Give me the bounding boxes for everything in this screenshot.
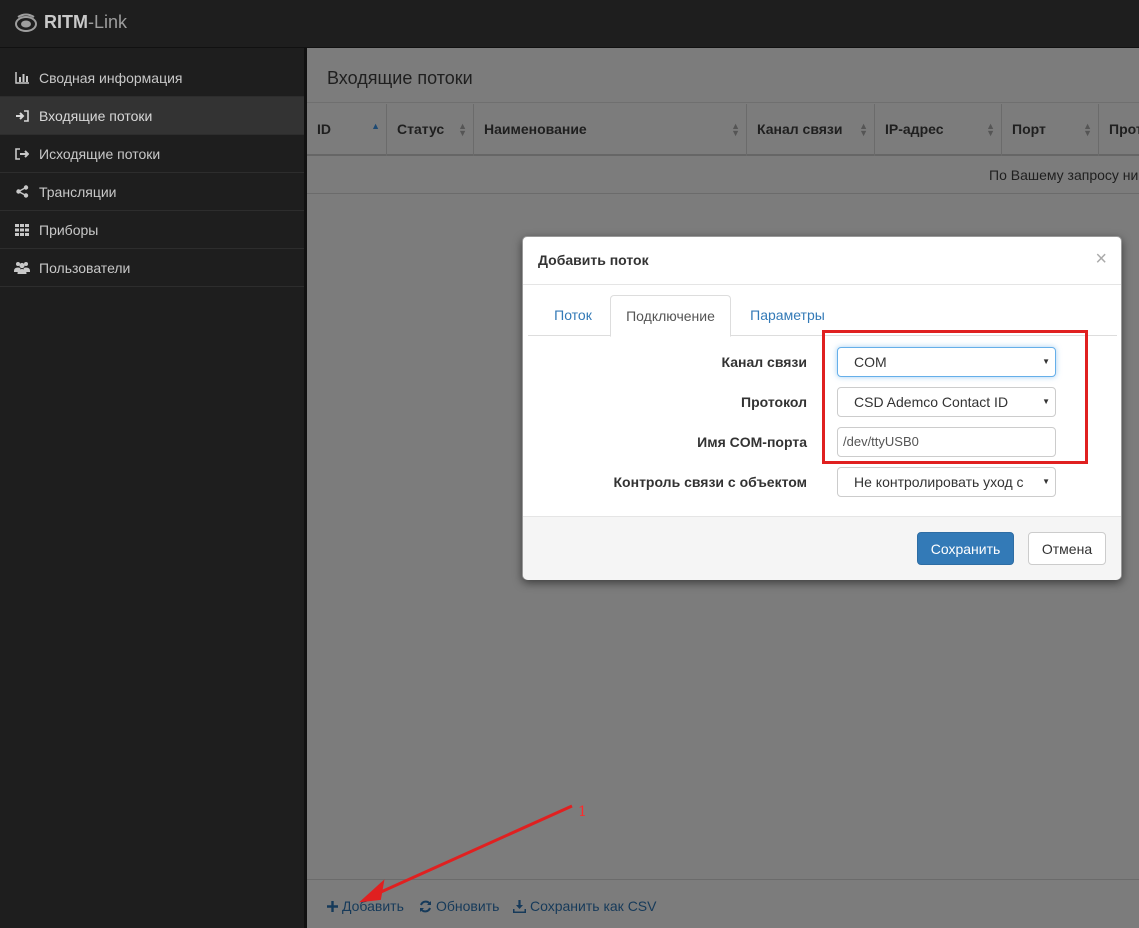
column-label: ID [317,121,331,137]
add-button-label: Добавить [342,898,404,914]
column-header-status[interactable]: Статус ▲ ▼ [387,104,474,156]
brand-name-bold: RITM [44,12,88,32]
top-navbar: RITM -Link [0,0,1139,48]
sidebar-item-incoming[interactable]: Входящие потоки [0,97,304,135]
sidebar-item-devices[interactable]: Приборы [0,211,304,249]
sign-out-icon [14,147,30,161]
table-header: ID ▲ Статус ▲ ▼ Наименование ▲ ▼ Канал свя… [307,104,1139,156]
sidebar-item-label: Исходящие потоки [39,145,161,162]
annotation-number: 1 [578,804,587,820]
column-header-name[interactable]: Наименование ▲ ▼ [474,104,747,156]
brand-logo[interactable]: RITM -Link [14,12,127,33]
save-csv-button-label: Сохранить как CSV [530,898,657,914]
empty-table-message: По Вашему запросу ни [989,167,1139,183]
caret-down-icon: ▼ [1042,477,1050,486]
bar-chart-icon [14,71,30,85]
download-icon [513,899,526,913]
save-button[interactable]: Сохранить [917,532,1014,565]
column-label: Канал связи [757,121,843,137]
sort-icon: ▲ ▼ [731,121,740,138]
refresh-button[interactable]: Обновить [419,898,499,914]
table-empty-row: По Вашему запросу ни [307,156,1139,194]
sidebar-item-label: Входящие потоки [39,107,153,124]
control-label: Контроль связи с объектом [613,474,807,490]
grid-icon [14,223,30,237]
modal-footer: Сохранить Отмена [523,516,1121,580]
sidebar-item-users[interactable]: Пользователи [0,249,304,287]
plus-icon [327,900,338,912]
sidebar-item-label: Пользователи [39,259,131,276]
refresh-icon [419,900,432,913]
column-header-port[interactable]: Порт ▲ ▼ [1002,104,1099,156]
sign-in-icon [14,109,30,123]
sidebar-item-broadcasts[interactable]: Трансляции [0,173,304,211]
column-header-ip[interactable]: IP-адрес ▲ ▼ [875,104,1002,156]
column-label: Прот [1109,121,1139,137]
sidebar-item-outgoing[interactable]: Исходящие потоки [0,135,304,173]
sort-icon: ▲ ▼ [859,121,868,138]
sidebar: Сводная информация Входящие потоки Исход… [0,59,304,928]
column-label: Статус [397,121,445,137]
sort-icon: ▲ ▼ [1083,121,1092,138]
column-header-channel[interactable]: Канал связи ▲ ▼ [747,104,875,156]
column-label: Наименование [484,121,587,137]
highlight-box [822,330,1088,464]
sidebar-item-label: Сводная информация [39,69,183,86]
share-icon [14,185,30,199]
cancel-button[interactable]: Отмена [1028,532,1106,565]
control-select-value: Не контролировать уход с [854,474,1024,490]
tab-connection[interactable]: Подключение [610,295,731,337]
brand-name-rest: -Link [88,12,128,32]
refresh-button-label: Обновить [436,898,500,914]
column-header-protocol[interactable]: Прот [1099,104,1139,156]
column-header-id[interactable]: ID ▲ [307,104,387,156]
control-select[interactable]: Не контролировать уход с ▼ [837,467,1056,497]
com-port-label: Имя COM-порта [697,434,807,450]
sort-asc-icon: ▲ [371,121,380,131]
channel-label: Канал связи [721,354,807,370]
sort-icon: ▲ ▼ [458,121,467,138]
page-title: Входящие потоки [307,48,1139,103]
sort-icon: ▲ ▼ [986,121,995,138]
column-label: Порт [1012,121,1046,137]
close-icon[interactable]: × [1095,249,1107,269]
users-icon [14,261,30,275]
add-button[interactable]: Добавить [327,898,404,914]
sidebar-item-summary[interactable]: Сводная информация [0,59,304,97]
sidebar-item-label: Приборы [39,221,99,238]
modal-title: Добавить поток [523,237,1121,285]
bottom-toolbar: Добавить Обновить Сохранить как CSV [307,879,1139,928]
form-row-control: Контроль связи с объектом Не контролиров… [523,467,1123,497]
sidebar-item-label: Трансляции [39,183,117,200]
protocol-label: Протокол [741,394,807,410]
column-label: IP-адрес [885,121,944,137]
ritm-logo-icon [15,13,37,32]
tab-stream[interactable]: Поток [528,295,618,336]
save-csv-button[interactable]: Сохранить как CSV [513,898,656,914]
